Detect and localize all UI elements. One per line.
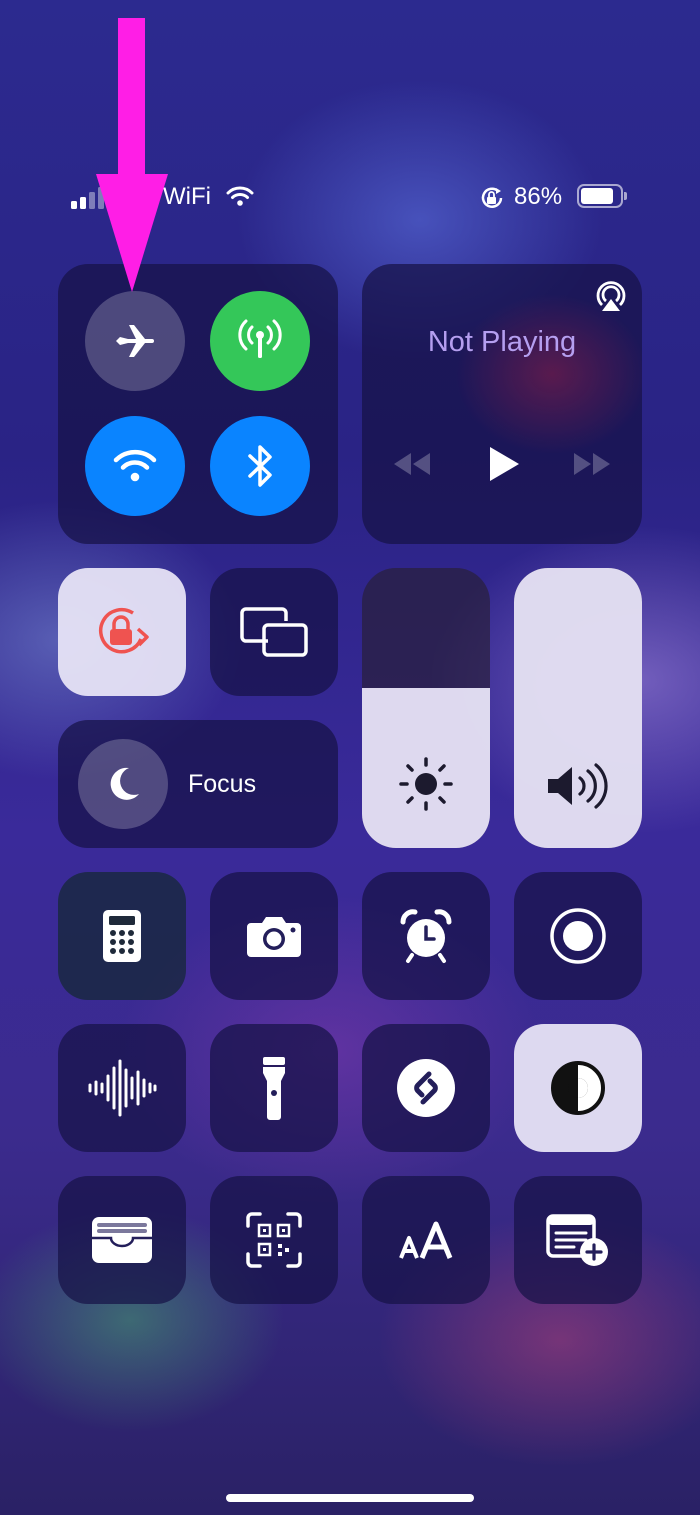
calculator-button[interactable] xyxy=(58,872,186,1000)
wifi-button[interactable] xyxy=(85,416,185,516)
moon-icon-circle xyxy=(78,739,168,829)
antenna-icon xyxy=(235,316,285,366)
dark-mode-button[interactable] xyxy=(514,1024,642,1152)
screen-mirroring-icon xyxy=(240,607,308,657)
airplay-icon[interactable] xyxy=(594,279,628,313)
flashlight-button[interactable] xyxy=(210,1024,338,1152)
focus-label: Focus xyxy=(188,769,257,798)
annotation-arrow xyxy=(94,18,170,294)
play-icon[interactable] xyxy=(487,445,521,483)
quick-note-button[interactable] xyxy=(514,1176,642,1304)
airplane-icon xyxy=(112,318,158,364)
brightness-slider[interactable] xyxy=(362,568,490,848)
wallet-button[interactable] xyxy=(58,1176,186,1304)
screen-mirroring-button[interactable] xyxy=(210,568,338,696)
moon-icon xyxy=(103,764,143,804)
waveform-icon xyxy=(86,1058,158,1118)
text-size-icon xyxy=(398,1220,454,1260)
quick-note-icon xyxy=(546,1212,610,1268)
voice-memos-button[interactable] xyxy=(58,1024,186,1152)
dark-mode-icon xyxy=(549,1059,607,1117)
home-indicator[interactable] xyxy=(226,1494,474,1502)
text-size-button[interactable] xyxy=(362,1176,490,1304)
battery-percent: 86% xyxy=(514,183,563,210)
screen-recording-button[interactable] xyxy=(514,872,642,1000)
shazam-button[interactable] xyxy=(362,1024,490,1152)
orientation-lock-icon xyxy=(89,599,155,665)
shazam-icon xyxy=(396,1058,456,1118)
speaker-icon xyxy=(544,762,614,810)
qr-code-icon xyxy=(246,1212,302,1268)
battery-icon xyxy=(577,184,627,208)
orientation-lock-button[interactable] xyxy=(58,568,186,696)
alarm-button[interactable] xyxy=(362,872,490,1000)
sun-icon xyxy=(396,754,456,814)
alarm-clock-icon xyxy=(398,908,454,964)
carrier-name: WiFi xyxy=(163,183,211,210)
now-playing-title: Not Playing xyxy=(427,326,577,358)
volume-slider[interactable] xyxy=(514,568,642,848)
bluetooth-icon xyxy=(245,444,275,488)
calculator-icon xyxy=(102,909,142,963)
wallet-icon xyxy=(91,1216,153,1264)
record-icon xyxy=(549,907,607,965)
rewind-icon[interactable] xyxy=(392,451,432,477)
focus-button[interactable]: Focus xyxy=(58,720,338,848)
camera-icon xyxy=(246,914,302,958)
airplane-mode-button[interactable] xyxy=(85,291,185,391)
camera-button[interactable] xyxy=(210,872,338,1000)
wifi-icon xyxy=(113,448,157,484)
bluetooth-button[interactable] xyxy=(210,416,310,516)
cellular-data-button[interactable] xyxy=(210,291,310,391)
flashlight-icon xyxy=(261,1055,287,1121)
rotation-lock-icon xyxy=(479,186,505,210)
wifi-icon xyxy=(226,185,254,207)
code-scanner-button[interactable] xyxy=(210,1176,338,1304)
fast-forward-icon[interactable] xyxy=(572,451,612,477)
